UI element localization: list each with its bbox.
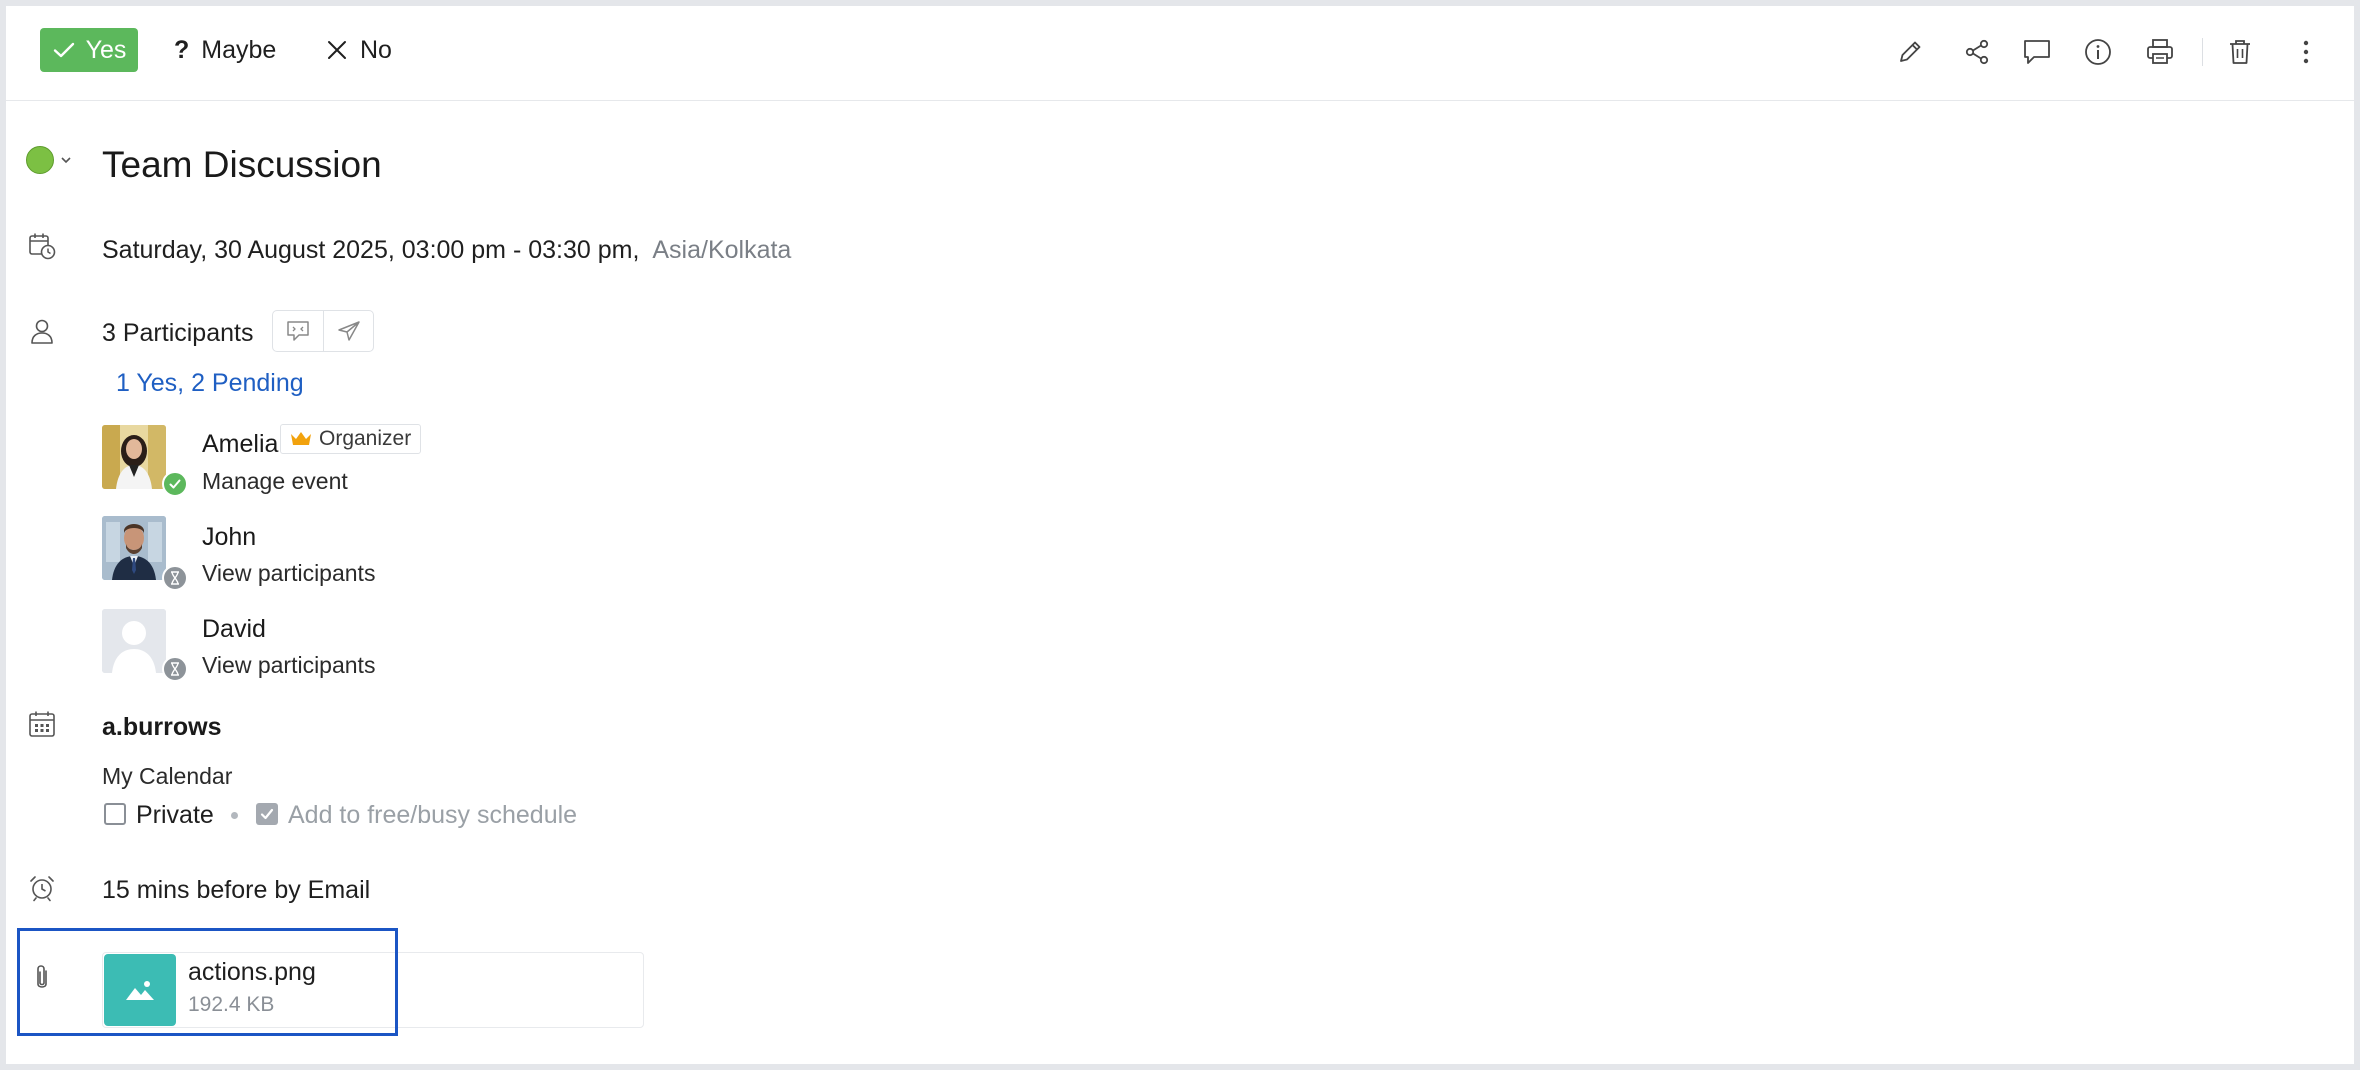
printer-icon	[2145, 37, 2175, 67]
hourglass-icon	[169, 571, 181, 585]
avatar	[102, 609, 166, 673]
rsvp-no-button[interactable]: No	[326, 28, 392, 72]
participants-count: 3 Participants	[102, 319, 254, 347]
attachment-file-name[interactable]: actions.png	[188, 958, 316, 987]
organizer-badge: Organizer	[280, 424, 422, 454]
separator-dot	[231, 812, 238, 819]
accepted-badge	[162, 471, 188, 497]
question-icon: ?	[174, 35, 190, 64]
share-button[interactable]	[1961, 36, 1993, 68]
comment-icon	[2022, 38, 2052, 66]
private-label: Private	[136, 801, 214, 829]
calendar-icon	[26, 708, 58, 740]
rsvp-maybe-label: Maybe	[201, 35, 277, 64]
event-datetime: Saturday, 30 August 2025, 03:00 pm - 03:…	[102, 236, 791, 265]
info-button[interactable]	[2082, 36, 2114, 68]
private-checkbox[interactable]	[104, 803, 126, 825]
event-date: Saturday, 30 August 2025,	[102, 236, 395, 264]
crown-icon	[290, 431, 312, 447]
participant-name: Amelia	[202, 430, 279, 458]
more-options-button[interactable]	[2290, 36, 2322, 68]
organizer-label: Organizer	[319, 427, 412, 450]
rsvp-summary-link[interactable]: 1 Yes, 2 Pending	[116, 369, 304, 398]
print-button[interactable]	[2144, 36, 2176, 68]
attachment-file-size: 192.4 KB	[188, 993, 275, 1016]
view-participants-link[interactable]: View participants	[202, 652, 375, 679]
event-title: Team Discussion	[102, 144, 382, 185]
freebusy-label: Add to free/busy schedule	[288, 801, 578, 829]
comment-button[interactable]	[2021, 36, 2053, 68]
rsvp-maybe-button[interactable]: ? Maybe	[174, 28, 276, 72]
event-toolbar: Yes ? Maybe No	[6, 6, 2354, 101]
image-file-thumbnail[interactable]	[104, 954, 176, 1026]
info-icon	[2083, 37, 2113, 67]
participant-actions	[272, 310, 374, 352]
view-participants-link[interactable]: View participants	[202, 560, 375, 587]
reminder-text: 15 mins before by Email	[102, 876, 371, 904]
manage-event-link[interactable]: Manage event	[202, 468, 348, 495]
calendar-clock-icon	[26, 230, 58, 262]
rsvp-yes-button[interactable]: Yes	[40, 28, 138, 72]
image-icon	[124, 978, 156, 1002]
calendar-owner: a.burrows	[102, 713, 222, 741]
event-details-panel: Yes ? Maybe No Team Discussion Saturday,…	[6, 6, 2354, 1064]
avatar	[102, 425, 166, 489]
participant-name: David	[202, 615, 266, 643]
close-icon	[326, 39, 348, 61]
delete-button[interactable]	[2224, 36, 2256, 68]
trash-icon	[2226, 37, 2254, 67]
toolbar-divider	[2202, 38, 2203, 66]
freebusy-checkbox	[256, 803, 278, 825]
participant-name: John	[202, 523, 257, 551]
share-icon	[1963, 38, 1991, 66]
pencil-icon	[1896, 38, 1924, 66]
event-timezone: Asia/Kolkata	[652, 236, 792, 264]
more-vertical-icon	[2301, 39, 2311, 65]
attachment-card[interactable]	[102, 952, 644, 1028]
rsvp-yes-label: Yes	[85, 35, 127, 64]
chat-icon	[285, 319, 311, 343]
calendar-name: My Calendar	[102, 763, 233, 789]
chevron-down-icon[interactable]	[60, 155, 72, 165]
alarm-clock-icon	[26, 872, 58, 904]
event-time-range: 03:00 pm - 03:30 pm,	[401, 236, 640, 264]
send-icon	[336, 319, 362, 343]
check-icon	[52, 38, 76, 62]
chat-participants-button[interactable]	[273, 311, 323, 351]
email-participants-button[interactable]	[323, 311, 373, 351]
rsvp-no-label: No	[360, 35, 392, 64]
avatar	[102, 516, 166, 580]
person-icon	[26, 315, 58, 347]
status-color-dot[interactable]	[26, 146, 54, 174]
hourglass-icon	[169, 662, 181, 676]
paperclip-icon	[26, 962, 58, 994]
pending-badge	[162, 565, 188, 591]
pending-badge	[162, 656, 188, 682]
edit-button[interactable]	[1894, 36, 1926, 68]
